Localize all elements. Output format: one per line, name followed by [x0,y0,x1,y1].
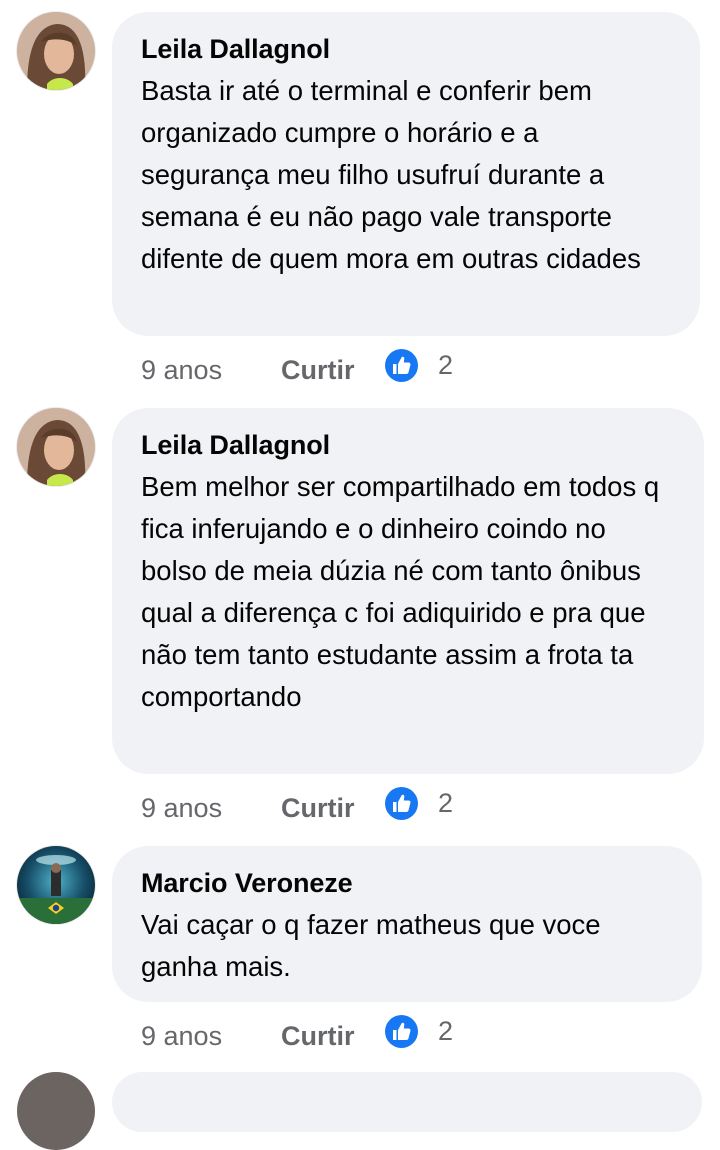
comment-timestamp[interactable]: 9 anos [141,1021,281,1052]
reaction-count[interactable]: 2 [438,788,453,819]
comment-bubble: Leila Dallagnol Basta ir até o terminal … [112,12,700,336]
comment-actions: 9 anos Curtir 2 [141,348,453,392]
comment-author[interactable]: Marcio Veroneze [141,866,674,900]
reaction-count[interactable]: 2 [438,1016,453,1047]
comment-bubble [112,1072,702,1132]
avatar[interactable] [17,12,95,90]
comment-text: Basta ir até o terminal e conferir bem o… [141,75,641,274]
like-button[interactable]: Curtir [281,1021,385,1052]
like-icon[interactable] [385,348,418,382]
comment-timestamp[interactable]: 9 anos [141,355,281,386]
avatar[interactable] [17,1072,95,1150]
comment-text: Vai caçar o q fazer matheus que voce gan… [141,909,601,982]
comment-actions: 9 anos Curtir 2 [141,1014,453,1058]
like-icon[interactable] [385,1014,418,1048]
comment-bubble: Leila Dallagnol Bem melhor ser compartil… [112,408,704,774]
comment-bubble: Marcio Veroneze Vai caçar o q fazer math… [112,846,702,1002]
like-button[interactable]: Curtir [281,793,385,824]
avatar[interactable] [17,408,95,486]
comment-timestamp[interactable]: 9 anos [141,793,281,824]
reaction-count[interactable]: 2 [438,350,453,381]
avatar[interactable] [17,846,95,924]
comment-author[interactable]: Leila Dallagnol [141,428,676,462]
like-icon[interactable] [385,786,418,820]
comment-actions: 9 anos Curtir 2 [141,786,453,830]
comment-author[interactable]: Leila Dallagnol [141,32,672,66]
comment-text: Bem melhor ser compartilhado em todos q … [141,471,660,712]
like-button[interactable]: Curtir [281,355,385,386]
